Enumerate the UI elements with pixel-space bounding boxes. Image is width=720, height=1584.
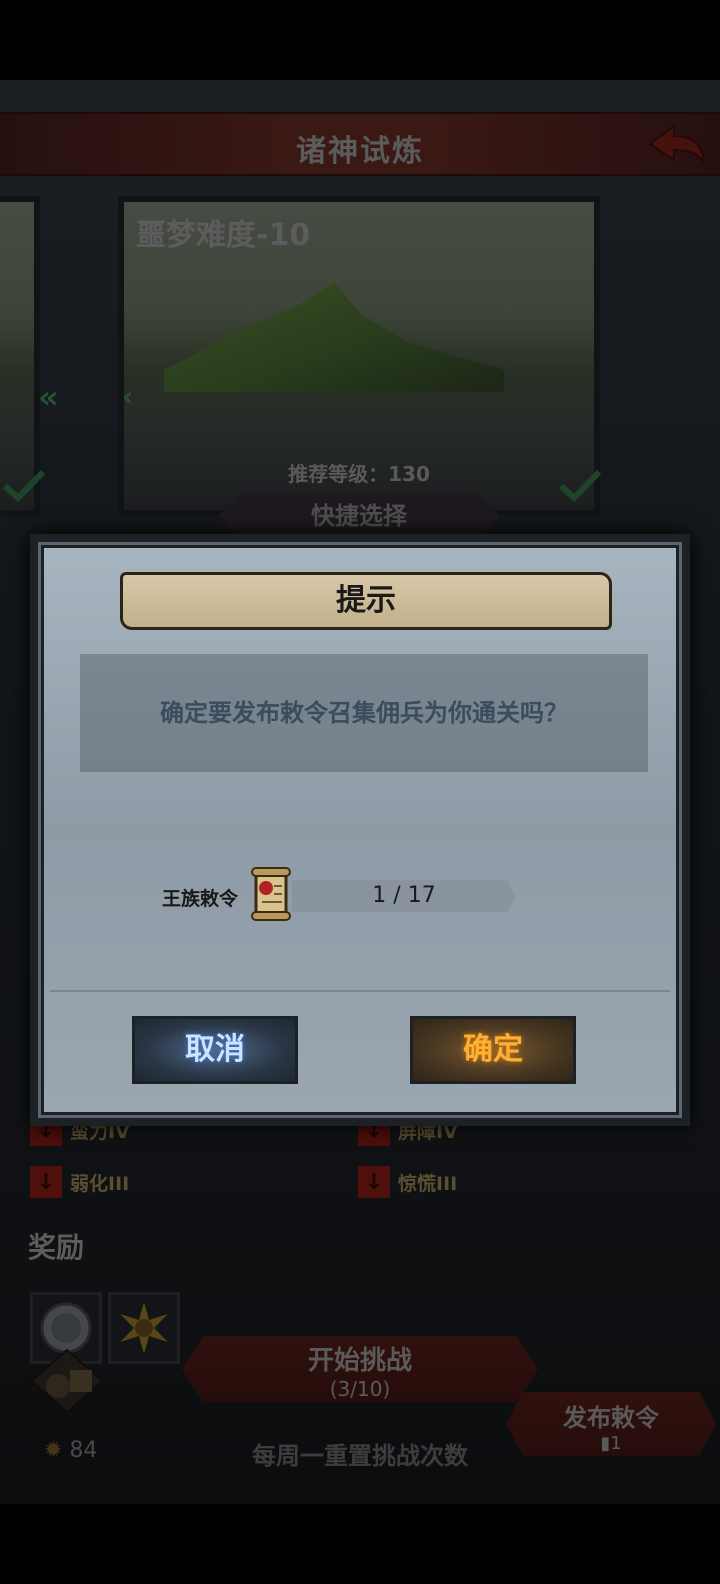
- confirm-dialog: 提示 确定要发布敕令召集佣兵为你通关吗？ 王族敕令 1 / 17 取消 确定: [30, 534, 690, 1126]
- dialog-divider: [50, 990, 670, 992]
- royal-decree-scroll-icon: [251, 867, 291, 921]
- item-count-bar: 1 / 17: [292, 880, 516, 912]
- item-label: 王族敕令: [162, 888, 239, 910]
- cancel-button[interactable]: 取消: [132, 1016, 298, 1084]
- dialog-title: 提示: [120, 572, 612, 630]
- confirm-button[interactable]: 确定: [410, 1016, 576, 1084]
- dialog-message: 确定要发布敕令召集佣兵为你通关吗？: [160, 699, 568, 727]
